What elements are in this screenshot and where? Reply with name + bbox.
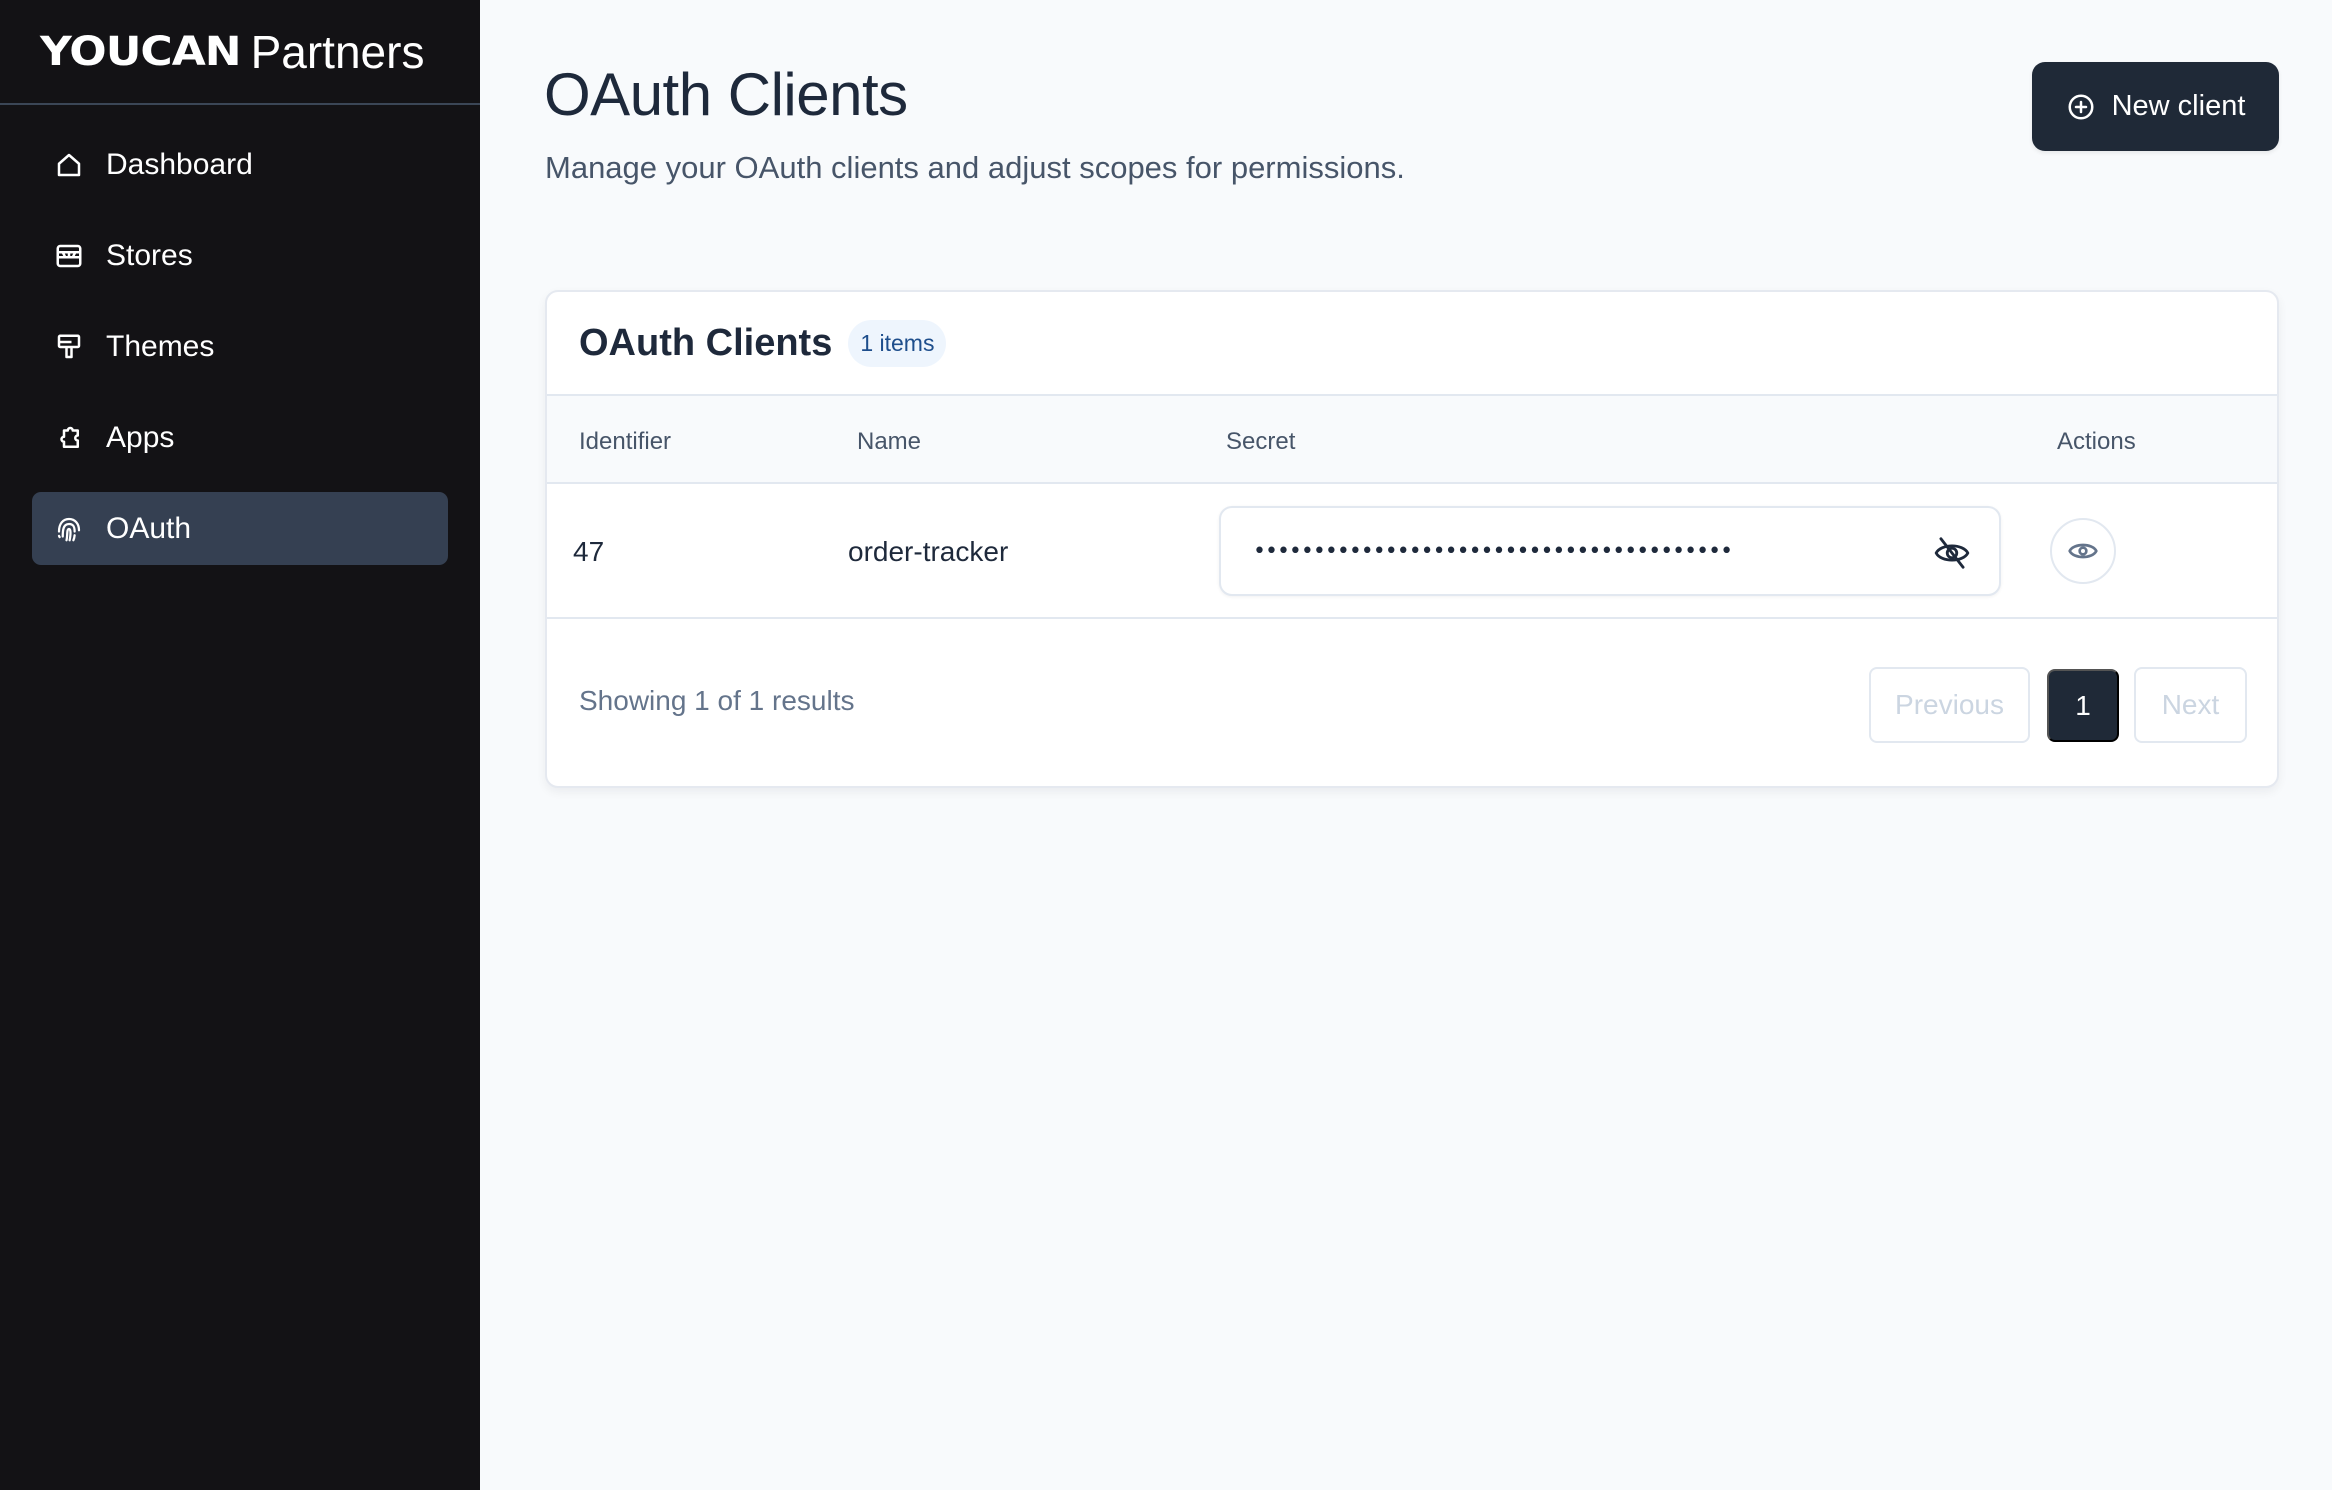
home-icon (54, 150, 84, 180)
page-subtitle: Manage your OAuth clients and adjust sco… (545, 150, 1405, 185)
fingerprint-icon (54, 514, 84, 544)
client-secret-field[interactable] (1219, 506, 2001, 596)
column-header-actions: Actions (2057, 428, 2136, 455)
oauth-clients-card: OAuth Clients 1 items Identifier Name Se… (545, 290, 2279, 788)
new-client-button[interactable]: New client (2032, 62, 2279, 151)
puzzle-icon (54, 423, 84, 453)
store-icon (54, 241, 84, 271)
sidebar-item-label: Stores (106, 238, 193, 272)
sidebar-nav: Dashboard Stores Themes Apps OAuth (32, 128, 448, 583)
paint-roller-icon (54, 332, 84, 362)
view-client-button[interactable] (2050, 518, 2116, 584)
items-count-badge: 1 items (848, 319, 947, 367)
sidebar-item-label: Dashboard (106, 147, 253, 181)
new-client-label: New client (2111, 90, 2246, 122)
card-header: OAuth Clients 1 items (547, 292, 2277, 396)
eye-off-icon[interactable] (1933, 534, 1971, 572)
plus-circle-icon (2068, 94, 2094, 119)
table-header: Identifier Name Secret Actions (547, 396, 2277, 484)
sidebar-item-oauth[interactable]: OAuth (32, 492, 448, 565)
logo-suffix: Partners (250, 25, 425, 78)
sidebar-item-apps[interactable]: Apps (32, 401, 448, 474)
sidebar-item-label: Apps (106, 420, 175, 454)
logo[interactable]: YOUCAN Partners (0, 0, 480, 105)
table-row: 47 order-tracker (547, 484, 2277, 619)
sidebar-item-dashboard[interactable]: Dashboard (32, 128, 448, 201)
page-1-button[interactable]: 1 (2047, 669, 2119, 742)
column-header-name: Name (857, 428, 922, 455)
sidebar-item-label: OAuth (106, 511, 192, 545)
previous-page-button[interactable]: Previous (1869, 667, 2030, 743)
sidebar: YOUCAN Partners Dashboard Stores Themes (0, 0, 480, 1490)
eye-icon (2068, 543, 2098, 559)
column-header-identifier: Identifier (579, 428, 672, 455)
card-title: OAuth Clients (579, 321, 833, 364)
client-secret-input[interactable] (1253, 538, 1913, 564)
client-name: order-tracker (848, 536, 1009, 567)
next-page-button[interactable]: Next (2134, 667, 2247, 743)
pagination-footer: Showing 1 of 1 results Previous 1 Next (547, 619, 2277, 786)
client-identifier: 47 (573, 536, 605, 567)
sidebar-item-themes[interactable]: Themes (32, 310, 448, 383)
page-title: OAuth Clients (544, 61, 908, 128)
logo-brand: YOUCAN (40, 28, 242, 75)
sidebar-item-label: Themes (106, 329, 215, 363)
column-header-secret: Secret (1226, 428, 1296, 455)
results-summary: Showing 1 of 1 results (579, 685, 855, 716)
sidebar-item-stores[interactable]: Stores (32, 219, 448, 292)
